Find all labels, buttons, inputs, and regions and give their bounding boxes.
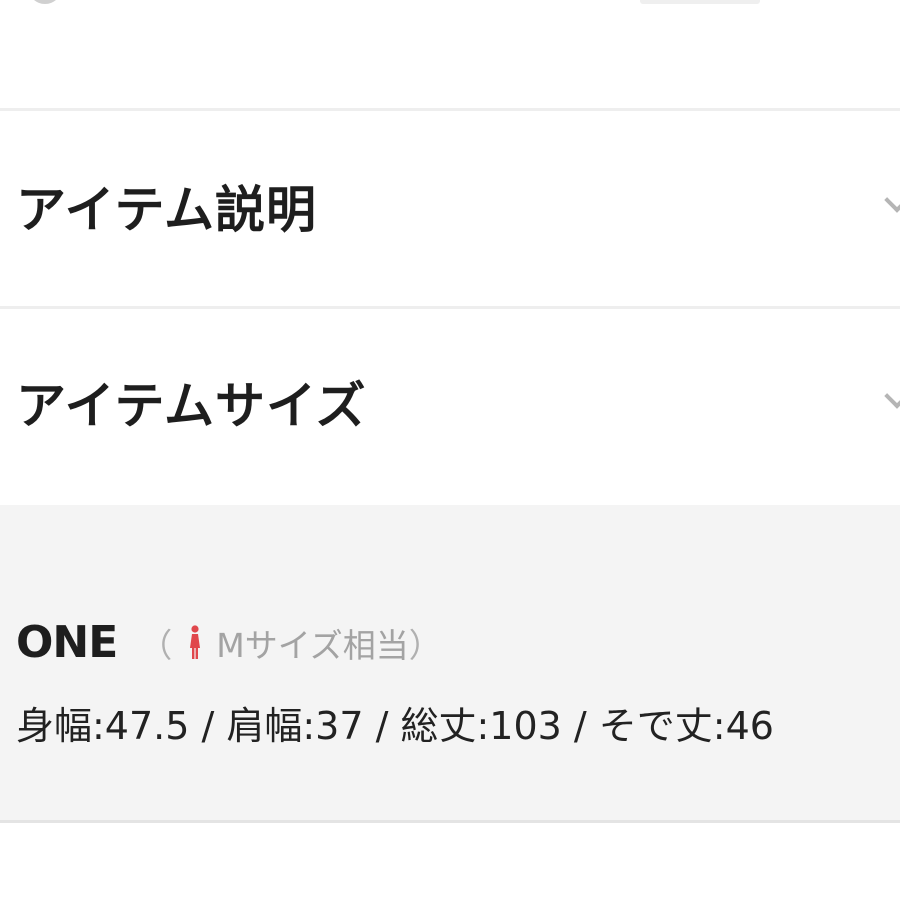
size-equivalent: （ Mサイズ相当 ） — [139, 619, 442, 667]
chevron-down-icon[interactable] — [884, 383, 900, 409]
size-measurements: 身幅:47.5 / 肩幅:37 / 総丈:103 / そで丈:46 — [16, 704, 774, 748]
item-detail-page: アイテム説明 アイテムサイズ ONE （ Mサイズ相当 ） 身幅:47.5 / … — [0, 0, 900, 900]
item-description-section[interactable]: アイテム説明 — [0, 111, 900, 307]
item-description-title: アイテム説明 — [16, 181, 317, 239]
item-size-title: アイテムサイズ — [16, 377, 367, 435]
top-partial-area — [0, 0, 900, 108]
size-name: ONE — [16, 617, 118, 668]
item-size-section[interactable]: アイテムサイズ — [0, 309, 900, 505]
size-header: ONE （ Mサイズ相当 ） — [16, 617, 442, 668]
paren-close: ） — [408, 625, 442, 665]
female-person-icon — [188, 624, 202, 661]
partial-avatar — [28, 0, 62, 4]
paren-open: （ — [139, 625, 173, 665]
size-equivalent-label: Mサイズ相当 — [216, 625, 409, 665]
chevron-down-icon[interactable] — [884, 187, 900, 213]
size-detail-panel: ONE （ Mサイズ相当 ） 身幅:47.5 / 肩幅:37 / 総丈:103 … — [0, 505, 900, 820]
partial-header-text — [640, 0, 760, 4]
bottom-empty-area — [0, 823, 900, 900]
